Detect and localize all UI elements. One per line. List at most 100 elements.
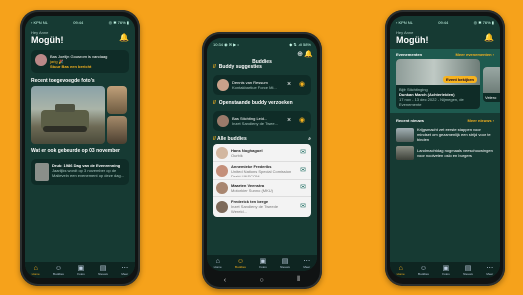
chat-icon[interactable]: ✉: [298, 166, 308, 176]
status-time: 10:34 ◉ ✉ ▶ •: [213, 41, 239, 47]
slash-icon: //: [213, 136, 216, 142]
notification-bell-icon[interactable]: 🔔: [484, 33, 494, 42]
dismiss-icon[interactable]: ×: [284, 80, 294, 90]
section-title-photos: Recent toegevoegde foto's: [31, 78, 95, 84]
slash-icon: //: [213, 100, 216, 106]
status-bar: 10:34 ◉ ✉ ▶ • ◆ ⇅ .ıll 58%: [207, 38, 317, 50]
more-icon: ⋯: [121, 264, 129, 272]
birthday-card[interactable]: Bas Joelijn Gousrom is vandaag jarig 🎉 S…: [31, 50, 129, 73]
status-icons: ◎ ✱ 76% ▮: [108, 19, 129, 25]
nav-buddies[interactable]: ☺ Buddies: [53, 265, 64, 276]
photo-tank[interactable]: [31, 86, 105, 144]
news-image: [396, 127, 414, 142]
status-bar: ‹ KPN NL 09:44 ◎ ✱ 76% ▮: [25, 16, 135, 28]
news-title: Landmachtdag nogmaals veeschouwingen voo…: [417, 148, 493, 158]
more-icon: ⋯: [303, 257, 311, 265]
buddy-sub: Motorkier Sunno (MKU): [231, 188, 274, 193]
news-more-link[interactable]: Meer nieuws ›: [468, 118, 494, 123]
event-view-button[interactable]: Event bekijken: [442, 76, 477, 83]
people-icon: ☺: [236, 257, 245, 265]
list-item[interactable]: Maarten Veenstra Motorkier Sunno (MKU) ✉: [213, 180, 311, 197]
news-item[interactable]: Krijgsmacht zet eerste stappen voor mind…: [390, 125, 500, 144]
history-card[interactable]: Druk: 1986 Dag van de Evenrenning Jaarli…: [31, 159, 129, 185]
photo-thumb-1[interactable]: [107, 86, 127, 114]
dismiss-icon[interactable]: ×: [284, 116, 294, 126]
add-buddy-icon[interactable]: ⊕: [297, 50, 303, 58]
home-circle-icon[interactable]: ○: [260, 277, 264, 284]
avatar: [35, 54, 47, 66]
events-more-link[interactable]: Meer evenementen ›: [456, 52, 494, 57]
nav-photos[interactable]: ▣ Fotos: [259, 258, 267, 269]
home-icon: ⌂: [33, 264, 38, 272]
nav-buddies[interactable]: ☺ Buddies: [418, 265, 429, 276]
list-item[interactable]: Hans Noghagoel Ourbik ✉: [213, 145, 311, 162]
events-section: Evenementen Meer evenementen › Event bek…: [390, 49, 500, 113]
message-link[interactable]: Stuur Bas een bericht: [50, 64, 125, 69]
news-icon: ▤: [99, 264, 107, 272]
home-icon: ⌂: [215, 257, 220, 265]
photo-thumb-2[interactable]: [107, 116, 127, 144]
more-icon: ⋯: [486, 264, 494, 272]
screen-home: ‹ KPN NL 09:44 ◎ ✱ 76% ▮ Hey Anne Mogüh!…: [25, 16, 135, 278]
chat-icon[interactable]: ✉: [298, 148, 308, 158]
view-eye-icon[interactable]: ◉: [297, 116, 307, 126]
news-icon: ▤: [281, 257, 289, 265]
avatar: [216, 164, 228, 177]
list-item[interactable]: Annemieke Frederiks United Nations Speci…: [213, 162, 311, 180]
chat-icon[interactable]: ✉: [298, 202, 308, 212]
view-eye-icon[interactable]: ◉: [297, 80, 307, 90]
nav-more[interactable]: ⋯ Meer: [303, 258, 310, 269]
slash-icon: //: [213, 64, 216, 70]
list-item[interactable]: Frederick ten berge Inzet Sandieny de Tw…: [213, 197, 311, 216]
buddy-sub: Inzet Sandieny de Tweede Wereld...: [231, 204, 279, 214]
nav-news[interactable]: ▤ Nieuws: [98, 265, 108, 276]
page-title: Mogüh!: [31, 35, 64, 45]
history-body: Jaarlijks wordt op 3 november op de Mali…: [52, 168, 125, 178]
avatar: [216, 182, 228, 194]
search-icon[interactable]: ⌕: [308, 136, 311, 142]
nav-buddies[interactable]: ☺ Buddies: [235, 258, 246, 269]
bottom-nav: ⌂ Home ☺ Buddies ▣ Fotos ▤ Nieuws ⋯ Meer: [390, 262, 500, 278]
buddy-sub: United Nations Special Comission Drakt U…: [231, 169, 292, 177]
status-carrier: ‹ KPN NL: [396, 19, 413, 25]
people-icon: ☺: [419, 264, 428, 272]
notification-bell-icon[interactable]: 🔔: [119, 33, 129, 42]
page-title: Mogüh!: [396, 35, 429, 45]
nav-more[interactable]: ⋯ Meer: [486, 265, 493, 276]
back-icon[interactable]: ‹: [224, 277, 226, 284]
event-card[interactable]: Velero: [483, 66, 500, 102]
notification-bell-icon[interactable]: 🔔: [304, 50, 313, 58]
nav-news[interactable]: ▤ Nieuws: [463, 265, 473, 276]
photo-icon: ▣: [77, 264, 85, 272]
photo-icon: ▣: [442, 264, 450, 272]
buddy-sub: Ourbik: [231, 153, 243, 158]
section-title-events: Evenementen: [396, 52, 423, 57]
news-title: Krijgsmacht zet eerste stappen voor mind…: [417, 127, 491, 142]
recents-icon[interactable]: ⦀: [297, 276, 300, 284]
chat-icon[interactable]: ✉: [298, 183, 308, 193]
request-card[interactable]: Bas Stichting Leid... Inzet Sandieny de …: [213, 111, 311, 131]
history-image: [35, 163, 49, 181]
section-title-history: Wat er ook gebeurde op 03 november: [31, 148, 121, 154]
android-nav-bar: ‹ ○ ⦀: [207, 274, 317, 286]
event-image: Event bekijken: [396, 59, 480, 85]
event-card[interactable]: Event bekijken Bijfr Stichtinging Dunkan…: [396, 59, 480, 109]
nav-home[interactable]: ⌂ Home: [32, 265, 40, 276]
section-requests: // Openstaande buddy verzoeken: [213, 100, 293, 106]
nav-home[interactable]: ⌂ Home: [214, 258, 222, 269]
avatar: [217, 115, 229, 127]
status-time: 09:44: [438, 19, 449, 25]
nav-home[interactable]: ⌂ Home: [397, 265, 405, 276]
page-title: Buddies: [252, 59, 272, 65]
screen-buddies: 10:34 ◉ ✉ ▶ • ◆ ⇅ .ıll 58% Buddies ⊕ 🔔 /…: [207, 38, 317, 271]
suggestion-card[interactable]: Dennis van Ressum Kontakbartiue Force Mi…: [213, 75, 311, 95]
people-icon: ☺: [54, 264, 63, 272]
nav-photos[interactable]: ▣ Fotos: [442, 265, 450, 276]
event-name: Velero: [485, 94, 497, 100]
buddy-list: Hans Noghagoel Ourbik ✉ Annemieke Freder…: [213, 144, 311, 217]
nav-photos[interactable]: ▣ Fotos: [77, 265, 85, 276]
nav-more[interactable]: ⋯ Meer: [121, 265, 128, 276]
news-item[interactable]: Landmachtdag nogmaals veeschouwingen voo…: [390, 144, 500, 162]
status-bar: ‹ KPN NL 09:44 ◎ ✱ 76% ▮: [390, 16, 500, 28]
nav-news[interactable]: ▤ Nieuws: [280, 258, 290, 269]
